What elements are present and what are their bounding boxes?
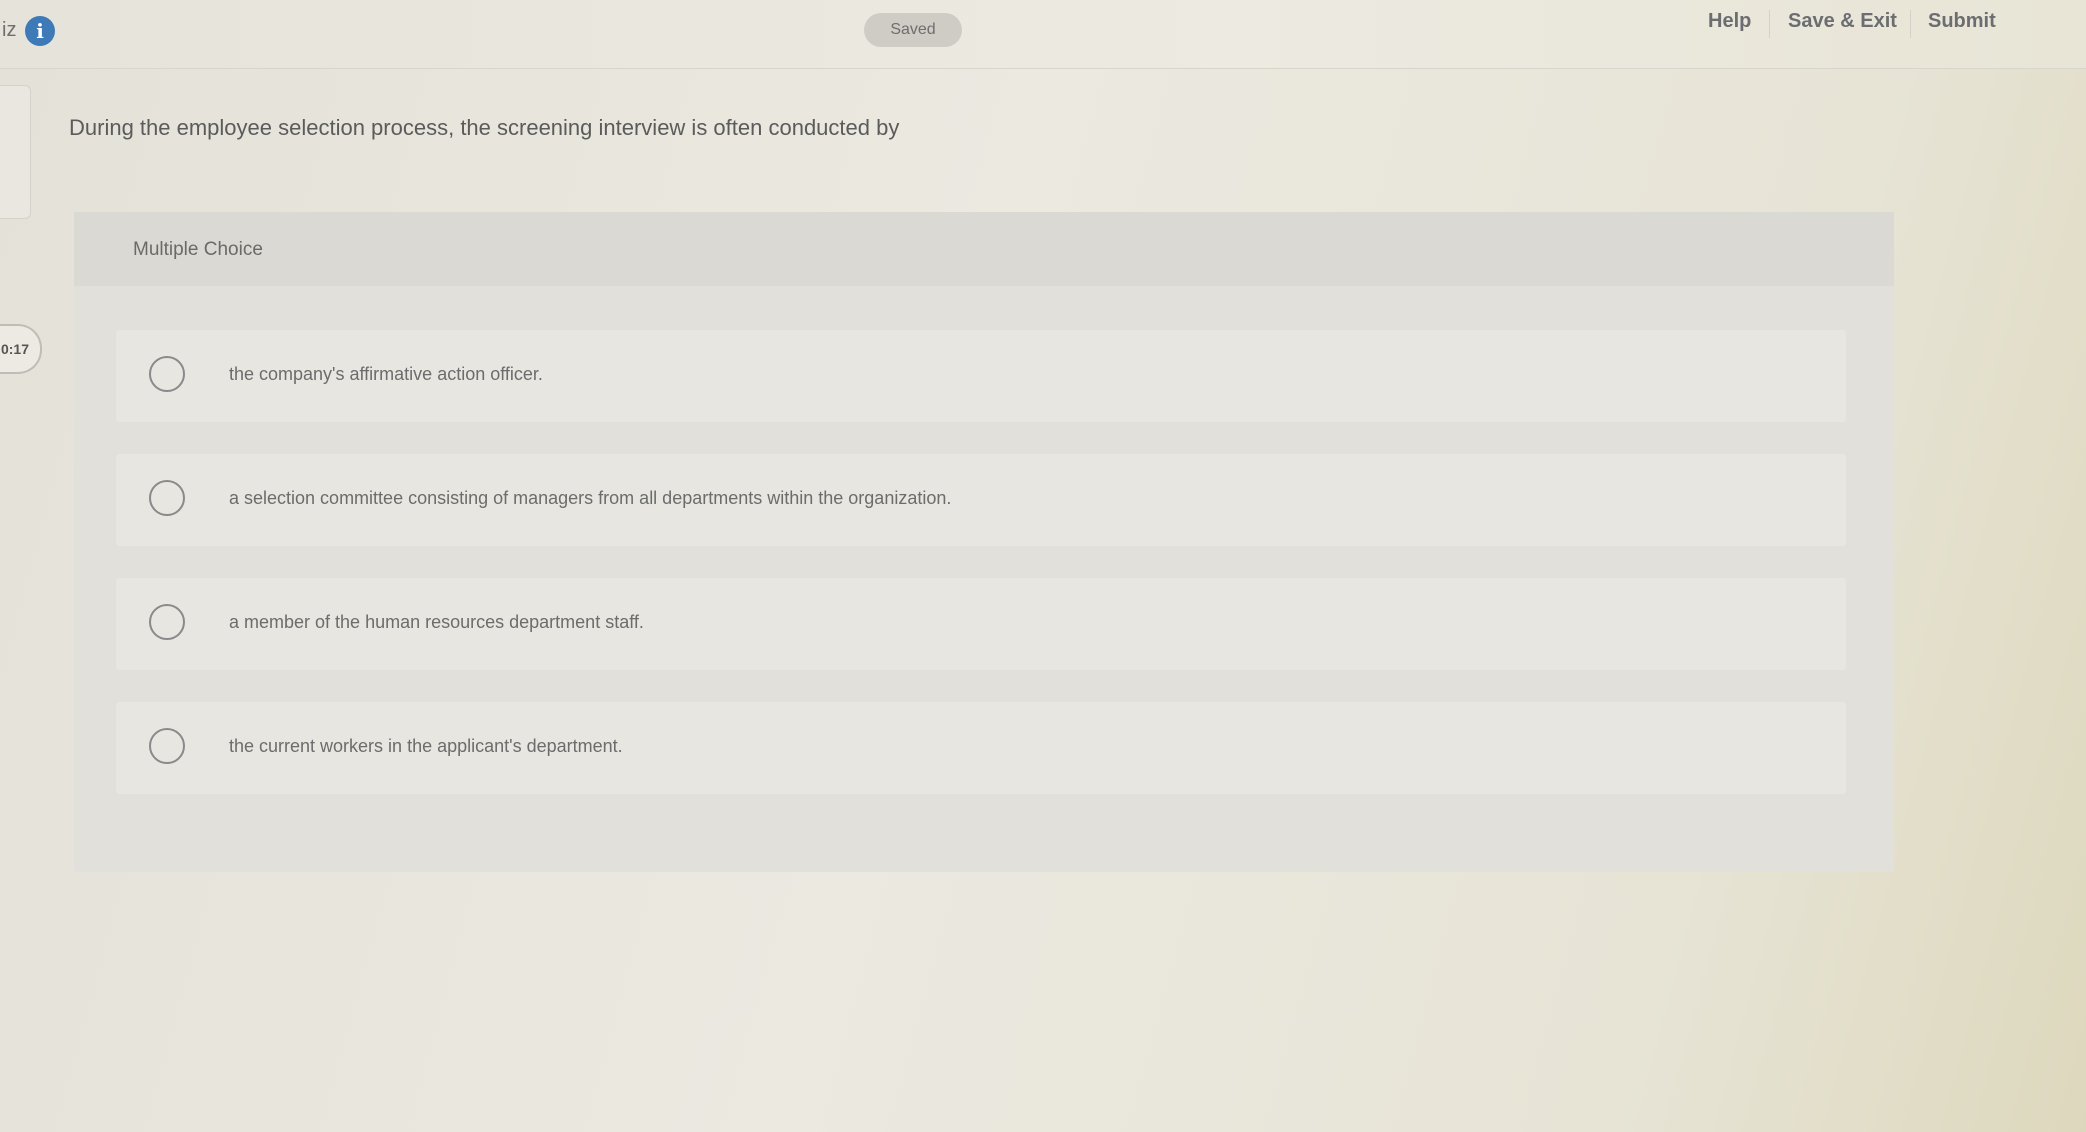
answer-option-text: a member of the human resources departme… [229,612,644,632]
submit-link[interactable]: Submit [1928,10,1996,33]
answer-option-text: the current workers in the applicant's d… [229,736,623,756]
nav-divider [1910,10,1911,38]
question-text: During the employee selection process, t… [69,115,900,140]
answer-option[interactable]: the current workers in the applicant's d… [116,702,1846,794]
radio-button[interactable] [149,728,185,764]
answer-option[interactable]: a selection committee consisting of mana… [116,454,1846,546]
multiple-choice-panel: Multiple Choice the company's affirmativ… [74,212,1894,872]
timer-badge[interactable]: 0:17 [0,324,42,374]
save-exit-link[interactable]: Save & Exit [1788,10,1897,33]
answer-option[interactable]: a member of the human resources departme… [116,578,1846,670]
radio-button[interactable] [149,356,185,392]
multiple-choice-header: Multiple Choice [74,212,1894,286]
top-bar: iz i Saved Help Save & Exit Submit [0,0,2086,69]
quiz-title: iz [2,19,17,41]
answer-option[interactable]: the company's affirmative action officer… [116,330,1846,422]
saved-status-badge: Saved [864,13,962,47]
info-icon[interactable]: i [25,16,55,46]
radio-button[interactable] [149,480,185,516]
help-link[interactable]: Help [1708,10,1751,33]
side-panel-tab[interactable] [0,85,31,219]
question-type-label: Multiple Choice [133,239,263,260]
answer-option-text: the company's affirmative action officer… [229,364,543,384]
answer-option-text: a selection committee consisting of mana… [229,488,952,508]
nav-divider [1769,10,1770,38]
radio-button[interactable] [149,604,185,640]
